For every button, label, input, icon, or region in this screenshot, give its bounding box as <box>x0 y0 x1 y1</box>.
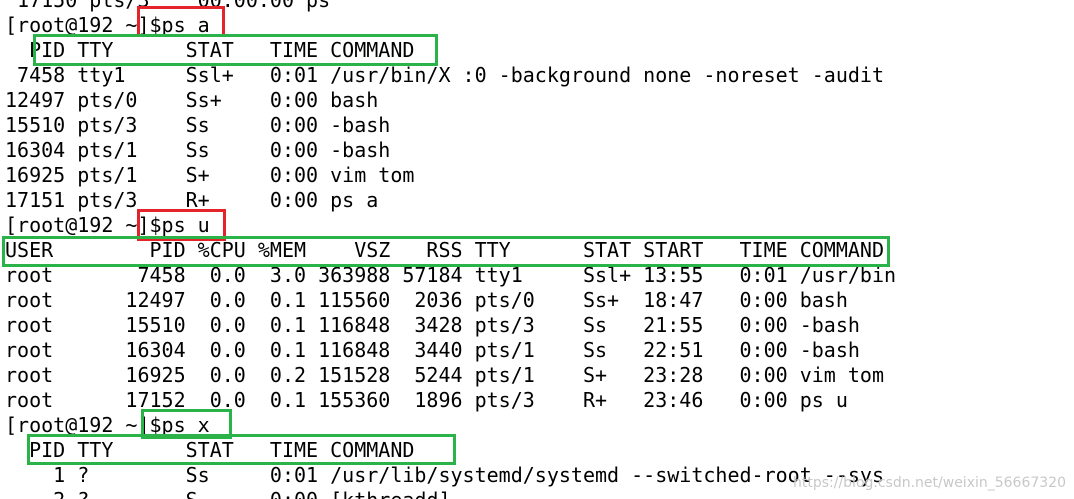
prompt-ps-u: [root@192 ~]$ps u <box>5 213 210 237</box>
ps-a-row: 16304 pts/1 Ss 0:00 -bash <box>5 138 391 162</box>
ps-a-row: 7458 tty1 Ssl+ 0:01 /usr/bin/X :0 -backg… <box>5 63 884 87</box>
ps-u-header: USER PID %CPU %MEM VSZ RSS TTY STAT STAR… <box>5 238 884 262</box>
ps-u-row: root 16925 0.0 0.2 151528 5244 pts/1 S+ … <box>5 363 884 387</box>
ps-a-header: PID TTY STAT TIME COMMAND <box>5 38 415 62</box>
ps-a-row: 16925 pts/1 S+ 0:00 vim tom <box>5 163 415 187</box>
ps-a-row: 15510 pts/3 Ss 0:00 -bash <box>5 113 391 137</box>
ps-u-row: root 16304 0.0 0.1 116848 3440 pts/1 Ss … <box>5 338 860 362</box>
terminal-output: 17150 pts/3 00:00:00 ps [root@192 ~]$ps … <box>5 0 896 499</box>
terminal-window[interactable]: 17150 pts/3 00:00:00 ps [root@192 ~]$ps … <box>0 0 1074 499</box>
prompt-ps-x: [root@192 ~]$ps x <box>5 413 210 437</box>
prompt-ps-a: [root@192 ~]$ps a <box>5 13 210 37</box>
watermark: https://blog.csdn.net/weixin_56667320 <box>792 475 1066 491</box>
ps-x-header: PID TTY STAT TIME COMMAND <box>5 438 415 462</box>
ps-a-row: 12497 pts/0 Ss+ 0:00 bash <box>5 88 379 112</box>
ps-u-row: root 17152 0.0 0.1 155360 1896 pts/3 R+ … <box>5 388 848 412</box>
ps-x-row: 2 ? S 0:00 [kthreadd] <box>5 488 896 499</box>
ps-u-row: root 15510 0.0 0.1 116848 3428 pts/3 Ss … <box>5 313 860 337</box>
terminal-line-prev-output: 17150 pts/3 00:00:00 ps <box>5 0 331 12</box>
ps-u-row: root 7458 0.0 3.0 363988 57184 tty1 Ssl+… <box>5 263 897 287</box>
ps-a-row: 17151 pts/3 R+ 0:00 ps a <box>5 188 379 212</box>
ps-u-row: root 12497 0.0 0.1 115560 2036 pts/0 Ss+… <box>5 288 848 312</box>
ps-x-row: 1 ? Ss 0:01 /usr/lib/systemd/systemd --s… <box>5 463 884 487</box>
